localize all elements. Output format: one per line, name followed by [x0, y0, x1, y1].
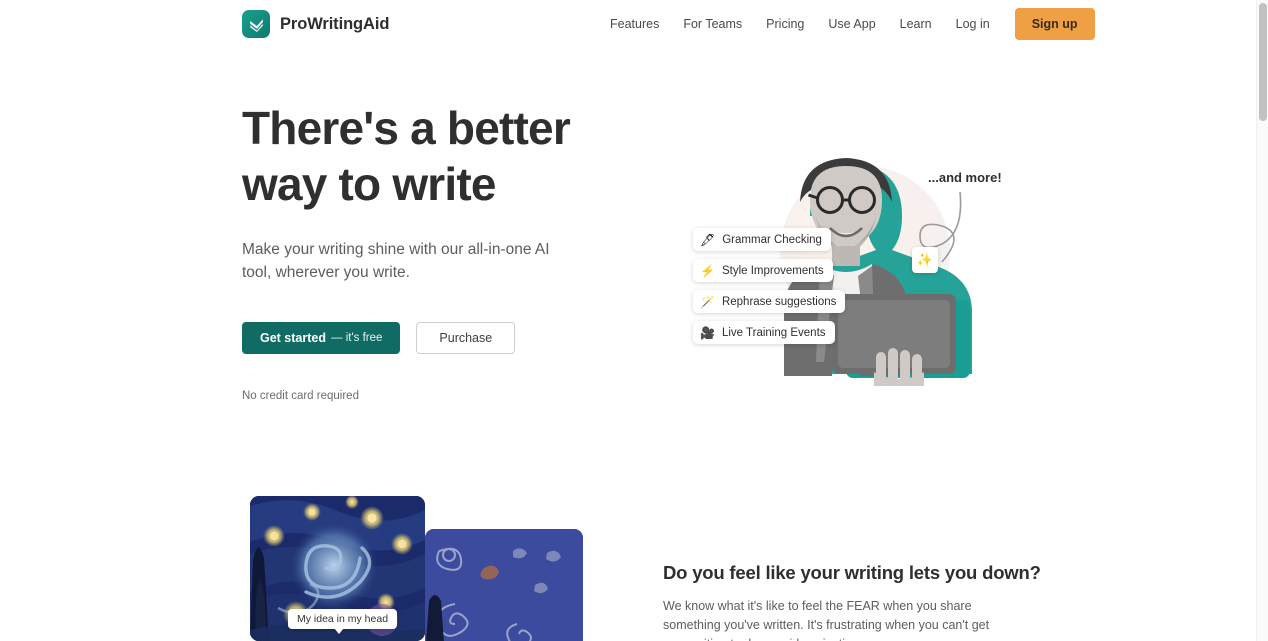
feature-card-style-improvements: ⚡ Style Improvements	[693, 259, 833, 282]
sparkle-badge-icon: ✨	[912, 247, 938, 273]
feature-card-label: Grammar Checking	[722, 233, 822, 246]
hero-copy: There's a better way to write Make your …	[242, 100, 642, 402]
hero-subtitle: Make your writing shine with our all-in-…	[242, 241, 550, 281]
nav-link-learn[interactable]: Learn	[888, 17, 944, 31]
feature-card-rephrase-suggestions: 🪄 Rephrase suggestions	[693, 290, 846, 313]
purchase-button[interactable]: Purchase	[416, 322, 516, 354]
prowritingaid-logo-icon	[242, 10, 270, 38]
and-more-annotation: ...and more!	[928, 170, 1002, 185]
lower-section-title: Do you feel like your writing lets you d…	[663, 562, 1041, 583]
nav-link-features[interactable]: Features	[598, 17, 671, 31]
crude-sketch-illustration	[425, 529, 583, 641]
video-camera-icon: 🎥	[700, 325, 715, 340]
idea-vs-reality-images: My idea in my head	[250, 496, 590, 641]
sparkle-icon: ✨	[916, 252, 934, 267]
magic-wand-icon: 🪄	[700, 294, 715, 309]
feature-card-label: Style Improvements	[721, 264, 824, 277]
lower-section-body: We know what it's like to feel the FEAR …	[663, 599, 990, 641]
brand-name: ProWritingAid	[280, 14, 390, 33]
hero-title-line-1: There's a better	[242, 102, 571, 154]
feature-card-label: Live Training Events	[721, 326, 826, 339]
feature-card-grammar-checking: 🖋 Grammar Checking	[693, 228, 831, 251]
feature-card-live-training-events: 🎥 Live Training Events	[693, 321, 835, 344]
nav-link-use-app[interactable]: Use App	[816, 17, 887, 31]
main-navigation: Features For Teams Pricing Use App Learn…	[598, 0, 1095, 48]
page-scrollbar-thumb[interactable]	[1259, 3, 1267, 121]
get-started-button[interactable]: Get started — it's free	[242, 322, 401, 354]
nav-link-for-teams[interactable]: For Teams	[671, 17, 754, 31]
get-started-note: — it's free	[331, 332, 383, 344]
page-scrollbar-track[interactable]	[1256, 0, 1268, 641]
no-credit-card-note: No credit card required	[242, 390, 359, 402]
lightning-icon: ⚡	[700, 263, 715, 278]
feature-card-label: Rephrase suggestions	[721, 295, 837, 308]
sign-up-button[interactable]: Sign up	[1014, 8, 1095, 40]
brand-logo-link[interactable]: ProWritingAid	[242, 10, 389, 38]
sketch-version-image	[425, 529, 583, 641]
site-header: ProWritingAid Features For Teams Pricing…	[0, 0, 1256, 48]
image-caption-tooltip: My idea in my head	[288, 609, 398, 634]
nav-link-pricing[interactable]: Pricing	[754, 17, 816, 31]
landing-page: ProWritingAid Features For Teams Pricing…	[0, 0, 1268, 641]
lower-copy: Do you feel like your writing lets you d…	[663, 562, 1041, 641]
hero-title-line-2: way to write	[242, 158, 496, 210]
hero-cta-row: Get started — it's free Purchase	[242, 322, 642, 354]
hero-title: There's a better way to write	[242, 100, 642, 212]
pen-icon: 🖋	[700, 232, 716, 247]
get-started-label: Get started	[260, 331, 326, 345]
hero-illustration: ...and more! ✨ 🖋 Grammar Checking ⚡ Styl…	[660, 104, 1030, 394]
nav-link-log-in[interactable]: Log in	[944, 17, 1002, 31]
